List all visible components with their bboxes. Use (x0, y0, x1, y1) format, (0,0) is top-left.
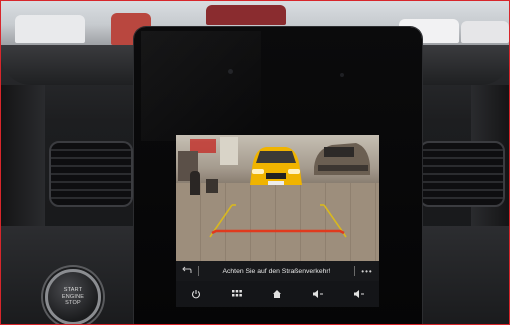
photo-frame: START ENGINE STOP Achten Sie auf den Str… (0, 0, 510, 325)
air-vent-right (419, 141, 505, 207)
system-bottom-bar (176, 281, 379, 307)
grid-menu-icon[interactable] (228, 285, 246, 303)
volume-down-icon[interactable] (309, 285, 327, 303)
home-icon[interactable] (268, 285, 286, 303)
light-sensor-icon (340, 73, 344, 77)
back-arrow-icon[interactable] (176, 266, 198, 276)
traffic-warning-text: Achten Sie auf den Straßenverkehr! (222, 267, 331, 275)
background-car (15, 15, 85, 43)
background-car (206, 5, 286, 25)
more-dots-icon[interactable]: ••• (355, 267, 379, 276)
parking-guide-lines (209, 204, 347, 238)
screen-glare (141, 31, 261, 141)
start-engine-button[interactable]: START ENGINE STOP (45, 269, 101, 324)
rear-camera-view (176, 135, 379, 261)
background-car (461, 21, 509, 43)
air-vent-left (49, 141, 133, 207)
power-icon[interactable] (187, 285, 205, 303)
camera-message-bar: Achten Sie auf den Straßenverkehr! ••• (176, 261, 379, 281)
stop-label: STOP (65, 300, 81, 307)
volume-down-icon[interactable] (350, 285, 368, 303)
infotainment-screen: Achten Sie auf den Straßenverkehr! ••• (176, 135, 379, 307)
